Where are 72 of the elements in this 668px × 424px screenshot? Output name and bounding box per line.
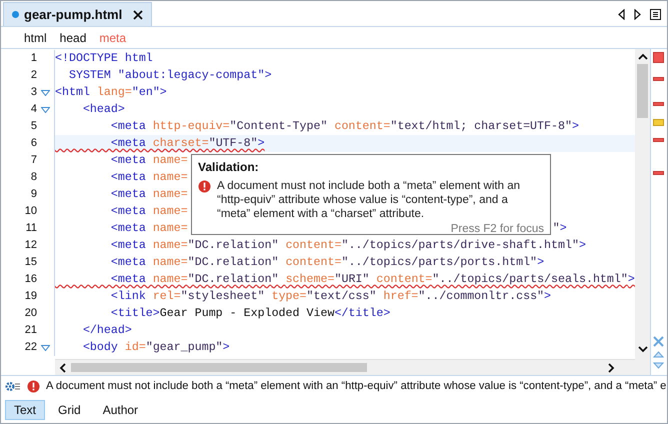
line-number: 21 bbox=[24, 323, 37, 338]
code-fragment: "> bbox=[552, 220, 567, 237]
code-line: <meta name= bbox=[110, 152, 188, 169]
scroll-right-icon[interactable] bbox=[607, 362, 615, 372]
line-number: 4 bbox=[30, 102, 37, 118]
error-marker[interactable] bbox=[653, 77, 664, 81]
up-arrow-icon[interactable] bbox=[653, 351, 664, 358]
collapse-icon[interactable] bbox=[653, 336, 664, 347]
line-number: 15 bbox=[24, 255, 37, 270]
line-number: 16 bbox=[24, 272, 37, 288]
line-number: 1 bbox=[30, 51, 37, 66]
code-line: <meta name="DC.relation" content="../topics/parts/ports.html"> bbox=[110, 254, 544, 271]
mode-tab[interactable]: Grid bbox=[49, 400, 90, 420]
horizontal-scrollbar-thumb[interactable] bbox=[71, 363, 367, 372]
line-number: 8 bbox=[30, 170, 37, 186]
code-line: SYSTEM "about:legacy-compat"> bbox=[68, 68, 272, 84]
breadcrumb-item[interactable]: html bbox=[24, 28, 47, 46]
down-arrow-icon[interactable] bbox=[653, 362, 664, 369]
status-message: A document must not include both a “meta” element with an “http-equiv” attribute whose value is “content-type”, and a “meta” el bbox=[46, 379, 667, 394]
code-line: <meta name= bbox=[110, 186, 188, 203]
code-line: <!DOCTYPE html bbox=[55, 50, 153, 67]
line-number: 11 bbox=[24, 221, 37, 236]
mode-tab[interactable]: Text bbox=[5, 400, 46, 420]
code-line: <meta name= bbox=[110, 204, 188, 220]
close-icon[interactable] bbox=[133, 10, 144, 20]
tooltip-message: A document must not include both a “meta” element with an “http-equiv” attribute whose value is “content-type”, and a “meta” element with a “charset” attribute. bbox=[217, 179, 521, 221]
scroll-up-icon[interactable] bbox=[638, 53, 648, 61]
line-number: 12 bbox=[24, 238, 37, 254]
line-number: 10 bbox=[24, 204, 37, 220]
line-number: 9 bbox=[30, 187, 37, 202]
fold-icon[interactable] bbox=[41, 90, 50, 96]
vertical-scrollbar-thumb[interactable] bbox=[637, 64, 648, 118]
warning-marker[interactable] bbox=[653, 119, 664, 126]
fold-icon[interactable] bbox=[41, 344, 50, 350]
next-icon[interactable] bbox=[634, 8, 641, 20]
line-number: 2 bbox=[30, 68, 37, 84]
scroll-left-icon[interactable] bbox=[59, 362, 67, 372]
error-marker[interactable] bbox=[653, 138, 664, 142]
tooltip-title: Validation: bbox=[198, 159, 260, 176]
error-marker[interactable] bbox=[653, 171, 664, 175]
fold-icon[interactable] bbox=[41, 106, 50, 112]
error-icon bbox=[198, 180, 211, 193]
line-number: 3 bbox=[30, 85, 37, 100]
line-number: 20 bbox=[24, 306, 37, 322]
line-number: 6 bbox=[30, 136, 37, 152]
line-number: 22 bbox=[24, 340, 37, 356]
scroll-down-icon[interactable] bbox=[638, 345, 648, 353]
breadcrumb-item[interactable]: head bbox=[60, 28, 86, 46]
code-line: <link rel="stylesheet" type="text/css" href="../commonltr.css"> bbox=[110, 288, 552, 305]
code-line: <html lang="en"> bbox=[55, 84, 167, 101]
code-line: <meta name= bbox=[110, 170, 188, 186]
line-number: 7 bbox=[30, 153, 37, 168]
line-number: 5 bbox=[30, 119, 37, 134]
error-marker[interactable] bbox=[653, 102, 664, 106]
code-line: <body id="gear_pump"> bbox=[82, 340, 230, 356]
code-line: <meta name= bbox=[110, 220, 188, 237]
code-line: </head> bbox=[82, 322, 132, 339]
editor-tab[interactable]: gear-pump.html bbox=[3, 2, 152, 26]
previous-icon[interactable] bbox=[618, 8, 625, 20]
code-line: <meta charset="UTF-8"> bbox=[110, 136, 265, 152]
error-icon bbox=[27, 380, 40, 393]
code-line: <meta http-equiv="Content-Type" content="text/html; charset=UTF-8"> bbox=[110, 118, 579, 135]
code-line: <meta name="DC.relation" content="../topics/parts/drive-shaft.html"> bbox=[110, 238, 586, 254]
settings-icon[interactable] bbox=[5, 381, 21, 392]
mode-tab[interactable]: Author bbox=[94, 400, 148, 420]
code-line: <meta name="DC.relation" scheme="URI" content="../topics/parts/seals.html"> bbox=[110, 272, 635, 288]
code-line: <title>Gear Pump - Exploded View</title> bbox=[110, 306, 390, 322]
line-number: 19 bbox=[24, 289, 37, 304]
code-line: <head> bbox=[82, 102, 125, 118]
tab-title: gear-pump.html bbox=[24, 6, 122, 24]
list-icon[interactable] bbox=[650, 8, 661, 20]
tooltip-hint: Press F2 for focus bbox=[450, 222, 544, 237]
